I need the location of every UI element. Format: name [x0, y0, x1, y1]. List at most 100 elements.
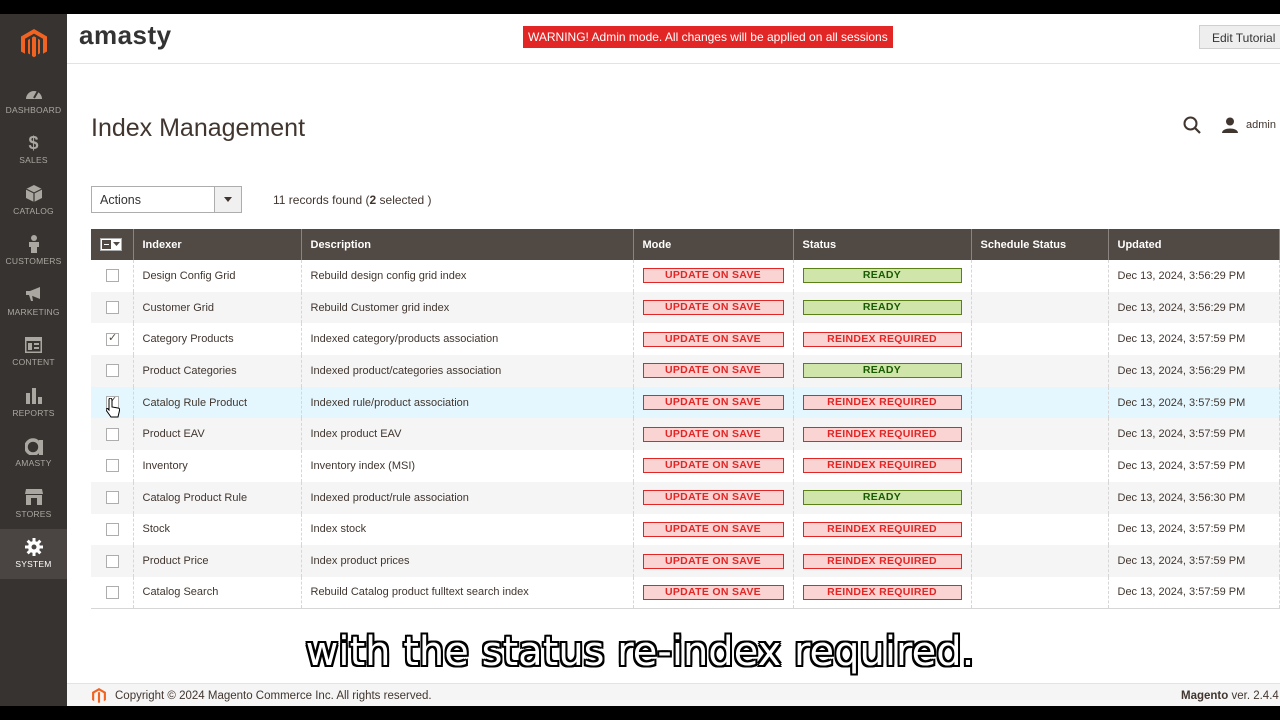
sidebar-item-stores[interactable]: STORES: [0, 478, 67, 529]
sidebar-item-customers[interactable]: CUSTOMERS: [0, 226, 67, 277]
sidebar-item-catalog[interactable]: CATALOG: [0, 175, 67, 226]
row-select-cell[interactable]: [91, 545, 134, 577]
row-checkbox[interactable]: [106, 301, 119, 315]
magento-logo[interactable]: [0, 14, 67, 74]
table-row[interactable]: Category ProductsIndexed category/produc…: [91, 323, 1280, 356]
amasty-icon: [24, 437, 43, 455]
table-row[interactable]: Stock Index stock UPDATE ON SAVE REINDEX RE…: [91, 513, 1280, 546]
row-select-cell[interactable]: [91, 260, 134, 292]
sidebar-item-label: SALES: [19, 155, 48, 166]
actions-dropdown[interactable]: Actions: [91, 186, 242, 213]
chevron-down-icon[interactable]: [113, 242, 120, 246]
sidebar-item-reports[interactable]: REPORTS: [0, 377, 67, 428]
row-select-cell[interactable]: [91, 291, 134, 324]
description-cell: Indexed category/products association: [301, 323, 634, 356]
description-cell: Indexed product/rule association: [301, 481, 634, 514]
mode-cell: UPDATE ON SAVE: [633, 386, 794, 419]
row-checkbox[interactable]: [106, 269, 119, 283]
row-select-cell[interactable]: [91, 481, 134, 514]
description-cell: Indexed rule/product association: [301, 386, 634, 419]
admin-window: DASHBOARD $ SALES CATALOG CUSTOMERS MARKETING…: [0, 14, 1280, 706]
row-checkbox[interactable]: [106, 427, 119, 441]
schedule-status-cell: [971, 576, 1109, 610]
mode-cell: UPDATE ON SAVE: [633, 576, 794, 610]
search-icon[interactable]: [1183, 116, 1201, 139]
status-badge: READY: [802, 300, 962, 316]
sidebar-item-amasty[interactable]: AMASTY: [0, 428, 67, 479]
brand-logo[interactable]: amasty: [79, 20, 172, 51]
table-row[interactable]: Catalog Search Rebuild Catalog product fu…: [91, 576, 1280, 610]
mode-badge: UPDATE ON SAVE: [642, 553, 784, 569]
row-select-cell[interactable]: [91, 513, 134, 546]
top-header: amasty WARNING! Admin mode. All changes …: [67, 14, 1280, 64]
records-count: 11 records found (2 selected ): [273, 193, 432, 207]
row-checkbox[interactable]: [106, 394, 119, 410]
row-checkbox[interactable]: [106, 331, 119, 346]
row-checkbox[interactable]: [106, 491, 119, 505]
column-header-indexer[interactable]: Indexer: [133, 229, 302, 260]
edit-tutorial-button[interactable]: Edit Tutorial: [1199, 25, 1280, 49]
status-badge: REINDEX REQUIRED: [802, 553, 962, 569]
updated-cell: Dec 13, 2024, 3:57:59 PM: [1108, 386, 1280, 419]
table-row[interactable]: Catalog Rule ProductIndexed rule/product…: [91, 386, 1280, 419]
table-row[interactable]: Product Categories Indexed product/catego…: [91, 355, 1280, 387]
sidebar-item-label: DASHBOARD: [5, 104, 62, 115]
schedule-status-cell: [971, 323, 1109, 356]
sidebar-item-dashboard[interactable]: DASHBOARD: [0, 74, 67, 125]
user-icon: [1222, 117, 1238, 133]
row-select-cell[interactable]: [91, 576, 134, 610]
schedule-status-cell: [971, 291, 1109, 324]
sidebar-item-system[interactable]: SYSTEM: [0, 528, 67, 579]
magento-logo-icon: [20, 29, 47, 58]
sidebar-item-marketing[interactable]: MARKETING: [0, 276, 67, 327]
table-row[interactable]: Product Price Index product prices UPDATE …: [91, 545, 1280, 577]
cube-icon: [25, 185, 43, 203]
grid-header-row: Indexer Description Mode Status Schedule…: [91, 229, 1280, 260]
row-checkbox[interactable]: [106, 554, 119, 568]
indexer-cell: Design Config Grid: [133, 260, 302, 292]
row-select-cell[interactable]: [91, 386, 134, 419]
row-select-cell[interactable]: [91, 418, 134, 451]
column-header-description[interactable]: Description: [301, 229, 634, 260]
chevron-down-icon[interactable]: [214, 187, 241, 212]
updated-cell: Dec 13, 2024, 3:56:29 PM: [1108, 291, 1280, 324]
table-row[interactable]: Inventory Inventory index (MSI) UPDATE ON …: [91, 450, 1280, 482]
column-header-mode[interactable]: Mode: [633, 229, 794, 260]
mode-cell: UPDATE ON SAVE: [633, 323, 794, 356]
mode-badge: UPDATE ON SAVE: [642, 521, 784, 537]
layout-icon: [25, 336, 43, 354]
row-select-cell[interactable]: [91, 355, 134, 387]
sidebar-item-sales[interactable]: $ SALES: [0, 125, 67, 176]
mode-cell: UPDATE ON SAVE: [633, 260, 794, 292]
row-select-cell[interactable]: [91, 450, 134, 482]
sidebar-item-label: CONTENT: [12, 357, 55, 368]
sidebar-item-content[interactable]: CONTENT: [0, 327, 67, 378]
status-cell: REINDEX REQUIRED: [793, 576, 972, 610]
schedule-status-cell: [971, 513, 1109, 546]
column-header-schedule-status[interactable]: Schedule Status: [971, 229, 1109, 260]
mode-badge: UPDATE ON SAVE: [642, 458, 784, 474]
mass-select-header[interactable]: [91, 229, 134, 260]
column-header-updated[interactable]: Updated: [1108, 229, 1280, 260]
schedule-status-cell: [971, 386, 1109, 419]
row-checkbox[interactable]: [106, 585, 119, 599]
mass-select-checkbox[interactable]: [100, 237, 122, 251]
row-select-cell[interactable]: [91, 323, 134, 356]
row-checkbox[interactable]: [106, 364, 119, 378]
status-cell: REINDEX REQUIRED: [793, 450, 972, 482]
user-menu[interactable]: admin: [1222, 117, 1276, 133]
table-row[interactable]: Design Config Grid Rebuild design config …: [91, 260, 1280, 292]
table-row[interactable]: Customer Grid Rebuild Customer grid index…: [91, 291, 1280, 324]
row-checkbox[interactable]: [106, 522, 119, 536]
table-row[interactable]: Catalog Product Rule Indexed product/rule…: [91, 481, 1280, 514]
status-cell: REINDEX REQUIRED: [793, 386, 972, 419]
megaphone-icon: [25, 286, 43, 304]
table-row[interactable]: Product EAV Index product EAV UPDATE ON SA…: [91, 418, 1280, 451]
magento-footer-logo-icon: [92, 688, 106, 704]
mode-cell: UPDATE ON SAVE: [633, 481, 794, 514]
row-checkbox[interactable]: [106, 459, 119, 473]
column-header-status[interactable]: Status: [793, 229, 972, 260]
page-title: Index Management: [91, 114, 306, 142]
status-cell: REINDEX REQUIRED: [793, 418, 972, 451]
sidebar-item-label: REPORTS: [12, 407, 55, 418]
